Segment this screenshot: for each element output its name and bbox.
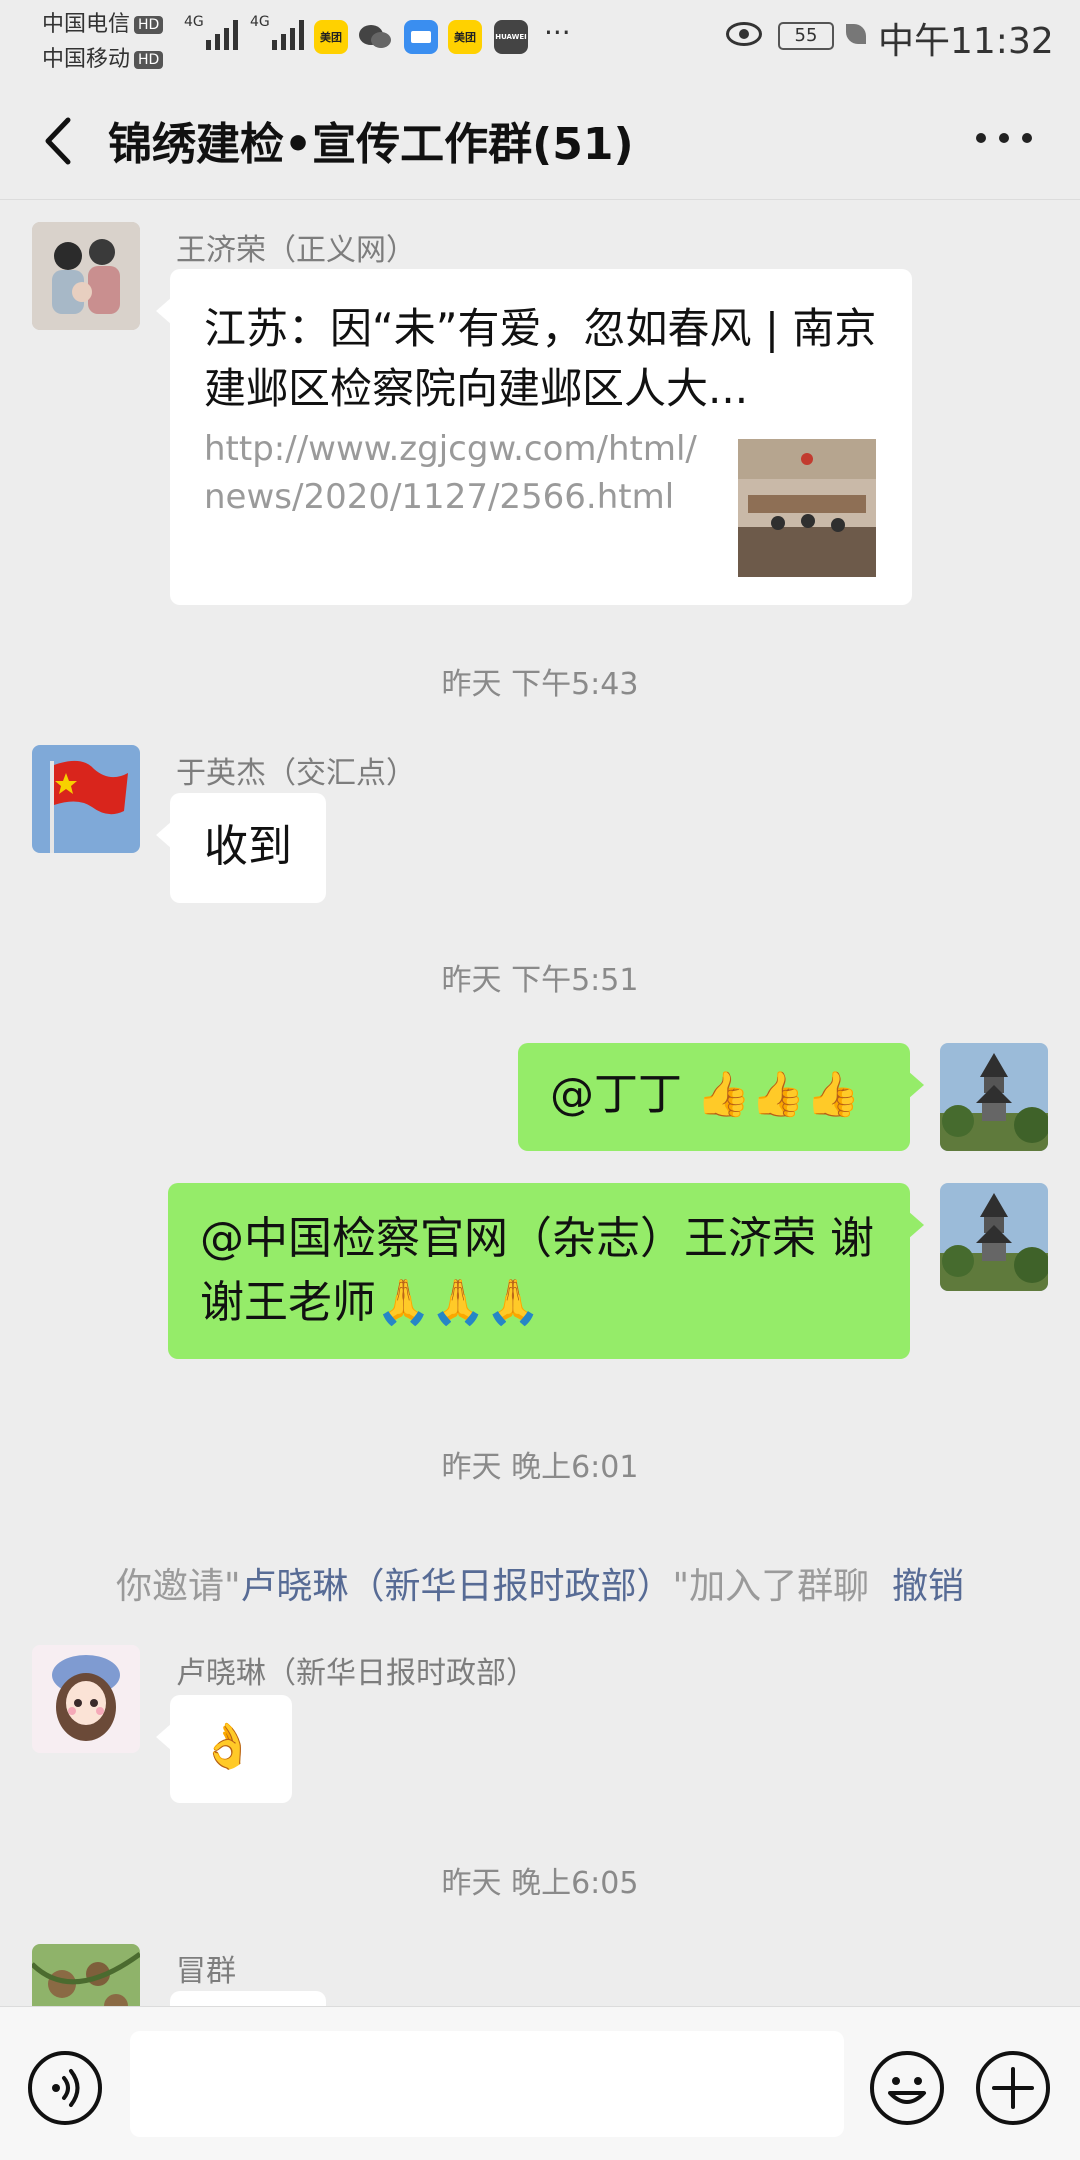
avatar[interactable] [32, 1944, 140, 2006]
back-button[interactable] [40, 116, 80, 166]
link-card-message[interactable]: 江苏：因“未”有爱，忽如春风 | 南京建邺区检察院向建邺区人大... http:… [156, 269, 912, 605]
meituan-app-icon: 美团 [314, 20, 348, 54]
meituan-app-icon-2: 美团 [448, 20, 482, 54]
message-input[interactable] [130, 2031, 844, 2137]
input-bar [0, 2006, 1080, 2160]
hd-badge: HD [134, 51, 164, 69]
link-title: 江苏：因“未”有爱，忽如春风 | 南京建邺区检察院向建邺区人大... [204, 304, 877, 413]
wechat-group-chat: 中国电信 HD 中国移动 HD 4G 4G 美团 美团 HUAWEI ··· 55 … [0, 0, 1080, 2160]
chevron-left-icon [45, 117, 71, 165]
chat-header: 锦绣建检•宣传工作群(51) [0, 80, 1080, 200]
timestamp: 昨天 晚上6:05 [441, 1866, 639, 1901]
timestamp: 昨天 下午5:43 [441, 667, 639, 702]
my-text-message[interactable]: @丁丁 👍👍👍 [518, 1043, 924, 1151]
eye-comfort-icon [726, 22, 762, 46]
status-bar: 中国电信 HD 中国移动 HD 4G 4G 美团 美团 HUAWEI ··· 55 … [0, 0, 1080, 76]
battery-indicator: 55 [778, 22, 834, 50]
huawei-app-icon: HUAWEI [494, 20, 528, 54]
chat-info-button[interactable] [976, 118, 1032, 158]
carrier-mobile: 中国移动 HD [42, 41, 164, 73]
invited-member-link[interactable]: 卢晓琳（新华日报时政部） [241, 1566, 673, 1607]
sender-name: 卢晓琳（新华日报时政部） [176, 1656, 536, 1691]
status-time: 中午11:32 [878, 21, 1054, 62]
avatar[interactable] [32, 222, 140, 330]
hd-badge: HD [134, 16, 164, 34]
avatar[interactable] [32, 745, 140, 853]
sender-name: 王济荣（正义网） [176, 233, 416, 268]
timestamp: 昨天 下午5:51 [441, 963, 639, 998]
emoji-message[interactable]: 👌 [156, 1695, 292, 1803]
timestamp: 昨天 晚上6:01 [441, 1450, 639, 1485]
more-notifications-icon: ··· [544, 16, 571, 49]
network-type-1: 4G [184, 14, 204, 30]
carrier-telecom: 中国电信 HD [42, 6, 164, 38]
avatar[interactable] [32, 1645, 140, 1753]
network-type-2: 4G [250, 14, 270, 30]
link-url: http://www.zgjcgw.com/html/news/2020/112… [204, 429, 697, 517]
signal-icon-2 [272, 18, 304, 50]
voice-input-button[interactable] [28, 2051, 102, 2125]
link-thumbnail [738, 439, 876, 577]
system-notice: 你邀请"卢晓琳（新华日报时政部）"加入了群聊 撤销 [115, 1566, 965, 1607]
power-saving-icon [846, 24, 866, 44]
text-message[interactable] [170, 1991, 326, 2006]
my-text-message[interactable]: @中国检察官网（杂志）王济荣 谢谢王老师🙏🙏🙏 [168, 1183, 924, 1359]
message-list[interactable]: 王济荣（正义网） 江苏：因“未”有爱，忽如春风 | 南京建邺区检察院向建邺区人大… [0, 201, 1080, 2006]
wechat-app-icon [358, 20, 392, 54]
chat-title: 锦绣建检•宣传工作群(51) [108, 119, 634, 170]
undo-link[interactable]: 撤销 [892, 1566, 964, 1607]
sender-name: 于英杰（交汇点） [176, 756, 416, 791]
my-avatar[interactable] [940, 1183, 1048, 1291]
voice-icon [52, 2069, 80, 2107]
text-message[interactable]: 收到 [156, 793, 326, 903]
plus-icon [992, 2067, 1034, 2109]
emoji-button[interactable] [870, 2051, 944, 2125]
signal-icon-1 [206, 18, 238, 50]
sender-name: 冒群 [176, 1954, 236, 1989]
my-avatar[interactable] [940, 1043, 1048, 1151]
message-app-icon [404, 20, 438, 54]
smiley-icon [888, 2077, 926, 2104]
more-actions-button[interactable] [976, 2051, 1050, 2125]
